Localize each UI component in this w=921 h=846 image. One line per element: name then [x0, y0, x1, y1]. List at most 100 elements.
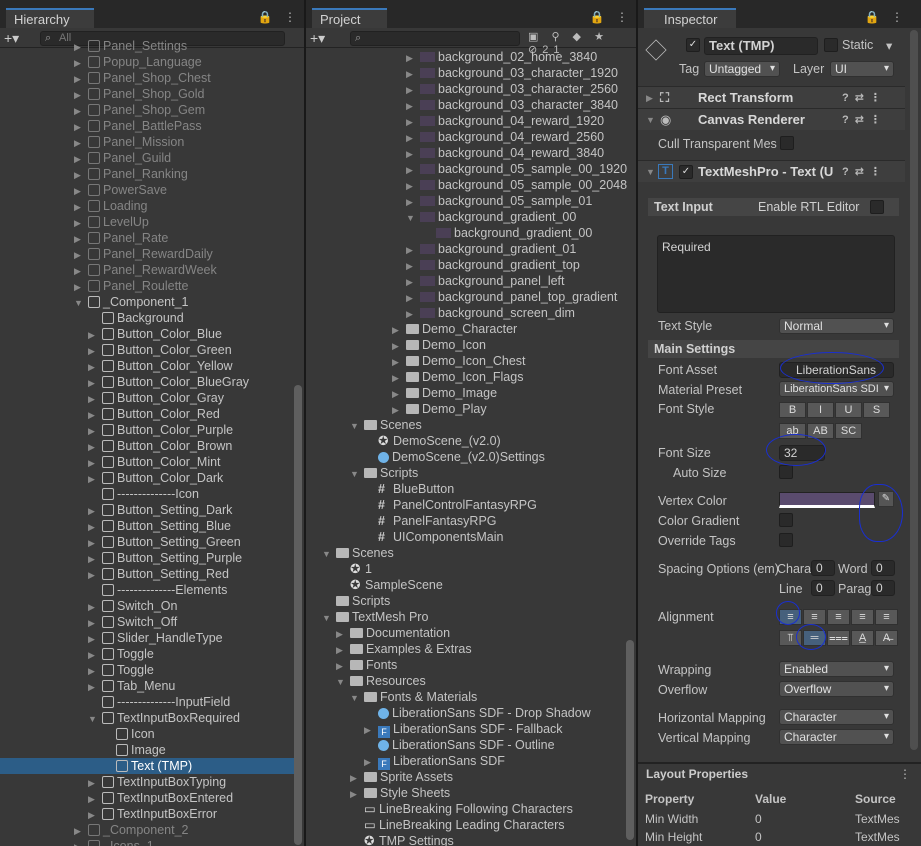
- project-item[interactable]: ▶ Documentation: [336, 625, 450, 641]
- expand-arrow-icon[interactable]: ▶: [88, 663, 102, 679]
- expand-arrow-icon[interactable]: ▼: [350, 690, 364, 706]
- hierarchy-item[interactable]: ▶ _Icons_1: [0, 838, 294, 846]
- hierarchy-item[interactable]: ▶ Popup_Language: [0, 54, 294, 70]
- expand-arrow-icon[interactable]: ▶: [74, 167, 88, 183]
- project-item[interactable]: ▶ Demo_Icon_Flags: [392, 369, 523, 385]
- project-item[interactable]: ▼ Scenes: [322, 545, 394, 561]
- object-name-field[interactable]: Text (TMP): [704, 37, 818, 55]
- hierarchy-item[interactable]: Icon: [0, 726, 294, 742]
- project-item[interactable]: ▶ Demo_Icon: [392, 337, 486, 353]
- align-horizontal-button[interactable]: ≡: [875, 609, 898, 625]
- tmp-enabled-checkbox[interactable]: ✓: [679, 165, 693, 179]
- hierarchy-item[interactable]: ▶ Panel_Guild: [0, 150, 294, 166]
- hmap-dropdown[interactable]: Character: [779, 709, 894, 725]
- expand-arrow-icon[interactable]: ▶: [336, 642, 350, 658]
- vmap-dropdown[interactable]: Character: [779, 729, 894, 745]
- hierarchy-scrollbar[interactable]: [294, 385, 302, 845]
- expand-arrow-icon[interactable]: ▶: [74, 279, 88, 295]
- align-vertical-button[interactable]: A̶: [875, 630, 898, 646]
- expand-arrow-icon[interactable]: ▶: [406, 114, 420, 130]
- expand-arrow-icon[interactable]: ▶: [406, 274, 420, 290]
- expand-arrow-icon[interactable]: ▶: [74, 183, 88, 199]
- hierarchy-item[interactable]: ▶ Panel_Settings: [0, 38, 294, 54]
- hierarchy-item[interactable]: ▶ Toggle: [0, 662, 294, 678]
- parag-field[interactable]: 0: [871, 580, 895, 596]
- expand-arrow-icon[interactable]: ▶: [88, 551, 102, 567]
- project-item[interactable]: ✪ 1: [336, 561, 372, 577]
- align-horizontal-button[interactable]: ≡: [827, 609, 850, 625]
- hierarchy-item[interactable]: ▶ Button_Color_BlueGray: [0, 374, 294, 390]
- expand-arrow-icon[interactable]: ▶: [88, 679, 102, 695]
- font-style-button[interactable]: B: [779, 402, 806, 418]
- expand-arrow-icon[interactable]: ▶: [88, 439, 102, 455]
- font-style-button[interactable]: S: [863, 402, 890, 418]
- expand-arrow-icon[interactable]: ▶: [88, 807, 102, 823]
- project-item[interactable]: ▶ F LiberationSans SDF - Fallback: [364, 721, 563, 738]
- expand-arrow-icon[interactable]: ▶: [88, 423, 102, 439]
- component-icons[interactable]: ?⇄⋮: [842, 161, 887, 183]
- project-item[interactable]: ▶ background_05_sample_00_2048: [406, 177, 627, 193]
- project-item[interactable]: ▶ F LiberationSans SDF: [364, 753, 505, 770]
- project-item[interactable]: ▼ Resources: [336, 673, 426, 689]
- expand-arrow-icon[interactable]: ▶: [406, 242, 420, 258]
- project-item[interactable]: ▶ Style Sheets: [350, 785, 450, 801]
- static-checkbox[interactable]: [824, 38, 838, 52]
- project-item[interactable]: ▶ background_gradient_top: [406, 257, 580, 273]
- expand-arrow-icon[interactable]: ▶: [406, 130, 420, 146]
- hierarchy-item[interactable]: ▶ Loading: [0, 198, 294, 214]
- project-item[interactable]: ▼ TextMesh Pro: [322, 609, 428, 625]
- expand-arrow-icon[interactable]: ▶: [350, 786, 364, 802]
- lock-icon[interactable]: 🔒 ⋮: [865, 10, 907, 24]
- expand-arrow-icon[interactable]: ▶: [88, 503, 102, 519]
- override-tags-checkbox[interactable]: [779, 533, 793, 547]
- expand-arrow-icon[interactable]: ▶: [336, 658, 350, 674]
- hierarchy-item[interactable]: ▶ Panel_Shop_Gold: [0, 86, 294, 102]
- expand-arrow-icon[interactable]: ▶: [88, 791, 102, 807]
- expand-arrow-icon[interactable]: ▼: [322, 546, 336, 562]
- hierarchy-item[interactable]: ▶ Button_Setting_Green: [0, 534, 294, 550]
- align-horizontal-button[interactable]: ≡: [803, 609, 826, 625]
- layer-dropdown[interactable]: UI: [830, 61, 894, 77]
- project-item[interactable]: LiberationSans SDF - Outline: [364, 737, 555, 753]
- color-gradient-checkbox[interactable]: [779, 513, 793, 527]
- component-icons[interactable]: ?⇄⋮: [842, 109, 887, 131]
- expand-arrow-icon[interactable]: ▶: [392, 402, 406, 418]
- expand-arrow-icon[interactable]: ▶: [74, 55, 88, 71]
- expand-arrow-icon[interactable]: ▶: [88, 647, 102, 663]
- wrapping-dropdown[interactable]: Enabled: [779, 661, 894, 677]
- project-item[interactable]: ✪ DemoScene_(v2.0): [364, 433, 501, 449]
- rtl-checkbox[interactable]: [870, 200, 884, 214]
- project-item[interactable]: ▶ Examples & Extras: [336, 641, 472, 657]
- expand-arrow-icon[interactable]: ▶: [74, 215, 88, 231]
- expand-arrow-icon[interactable]: ▶: [392, 338, 406, 354]
- hierarchy-item[interactable]: ▶ Button_Color_Purple: [0, 422, 294, 438]
- hierarchy-item[interactable]: --------------InputField: [0, 694, 294, 710]
- lock-icon[interactable]: 🔒 ⋮: [590, 10, 632, 24]
- menu-icon[interactable]: ⋮: [899, 767, 911, 781]
- hierarchy-item[interactable]: ▶ Button_Color_Yellow: [0, 358, 294, 374]
- align-vertical-button[interactable]: ⩶: [827, 630, 850, 646]
- project-item[interactable]: ▶ background_04_reward_1920: [406, 113, 604, 129]
- project-item[interactable]: ▶ background_panel_top_gradient: [406, 289, 617, 305]
- add-icon[interactable]: +▾: [310, 30, 325, 47]
- hierarchy-tab[interactable]: Hierarchy: [6, 8, 94, 28]
- project-item[interactable]: ▶ background_screen_dim: [406, 305, 575, 321]
- hierarchy-item[interactable]: ▼ TextInputBoxRequired: [0, 710, 294, 726]
- inspector-tab[interactable]: Inspector: [644, 8, 736, 28]
- expand-arrow-icon[interactable]: ▶: [74, 231, 88, 247]
- expand-arrow-icon[interactable]: ▶: [88, 615, 102, 631]
- hierarchy-item[interactable]: ▶ Button_Color_Blue: [0, 326, 294, 342]
- expand-arrow-icon[interactable]: ▶: [364, 754, 378, 770]
- project-item[interactable]: DemoScene_(v2.0)Settings: [364, 449, 545, 465]
- component-icons[interactable]: ?⇄⋮: [842, 87, 887, 109]
- expand-arrow-icon[interactable]: ▶: [392, 354, 406, 370]
- expand-arrow-icon[interactable]: ▶: [88, 567, 102, 583]
- chara-field[interactable]: 0: [811, 560, 835, 576]
- expand-arrow-icon[interactable]: ▶: [74, 103, 88, 119]
- expand-arrow-icon[interactable]: ▶: [336, 626, 350, 642]
- hierarchy-item[interactable]: ▶ TextInputBoxTyping: [0, 774, 294, 790]
- expand-arrow-icon[interactable]: ▶: [364, 722, 378, 738]
- hierarchy-item[interactable]: --------------Elements: [0, 582, 294, 598]
- hierarchy-item[interactable]: ▶ Button_Color_Dark: [0, 470, 294, 486]
- hierarchy-item[interactable]: ▶ Switch_Off: [0, 614, 294, 630]
